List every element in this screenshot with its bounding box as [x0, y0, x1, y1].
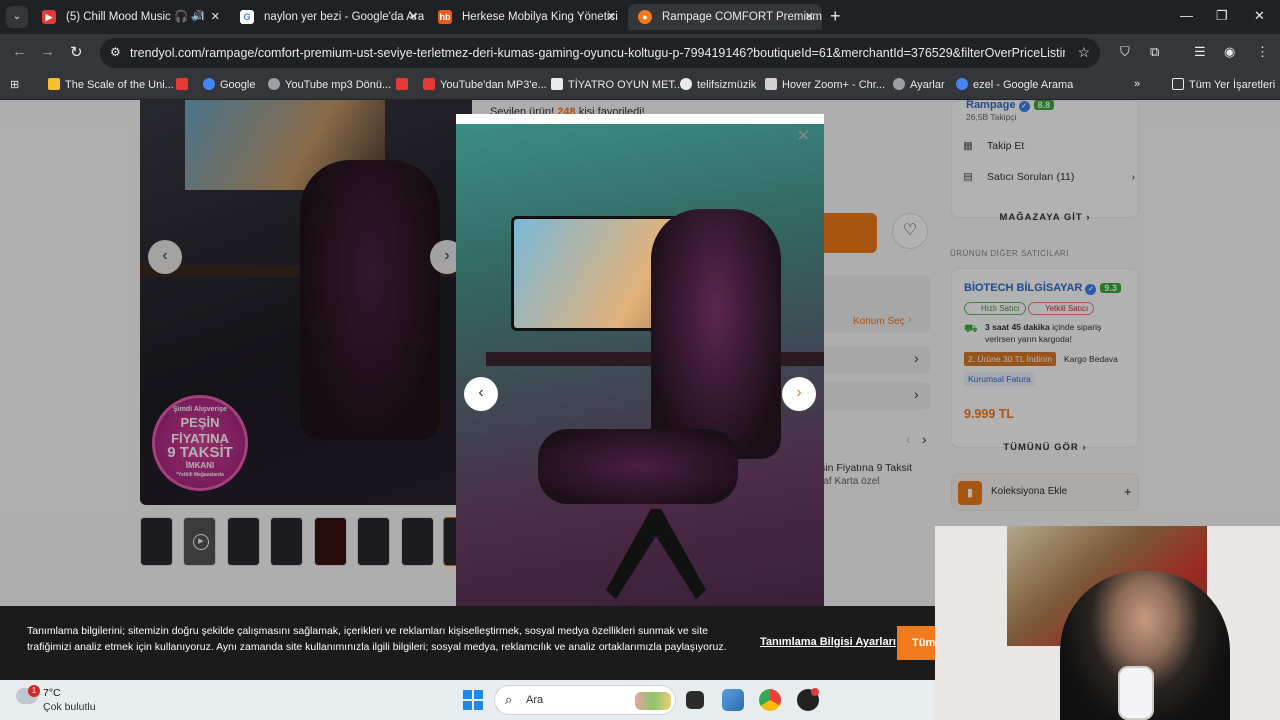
youtube-icon [176, 78, 188, 90]
restore-icon[interactable]: ❐ [1216, 8, 1228, 24]
close-lightbox-icon[interactable]: ✕ [797, 126, 810, 146]
lightbox-image [456, 124, 824, 607]
back-icon[interactable]: ← [12, 43, 27, 60]
tab-rampage[interactable]: ● Rampage COMFORT Premium ✕ [628, 4, 822, 30]
chair-seat-illustration [538, 429, 738, 504]
all-bookmarks[interactable]: Tüm Yer İşaretleri [1172, 78, 1275, 91]
bookmark-icon [48, 78, 60, 90]
lightbox-prev-button[interactable]: ‹ [464, 377, 498, 411]
google-icon [203, 78, 215, 90]
lightbox-next-button[interactable]: › [782, 377, 816, 411]
windows-taskbar: 1 7°C Çok bulutlu ⌕ Ara [0, 680, 935, 720]
bookmark-item[interactable]: Ayarlar [893, 78, 945, 91]
close-tab-icon[interactable]: ✕ [409, 4, 418, 30]
tab-google-search[interactable]: G naylon yer bezi - Google'da Ara ✕ [230, 4, 426, 30]
youtube-icon [396, 78, 408, 90]
reload-icon[interactable]: ↻ [70, 43, 83, 61]
weather-condition[interactable]: Çok bulutlu [43, 701, 96, 713]
image-icon [765, 78, 777, 90]
tab-hepsiburada[interactable]: hb Herkese Mobilya King Yönetici ✕ [428, 4, 624, 30]
shield-extension-icon[interactable]: ⛉ [1120, 44, 1130, 60]
trendyol-icon: ● [638, 10, 652, 24]
address-bar[interactable]: ⚙ trendyol.com/rampage/comfort-premium-u… [100, 38, 1100, 68]
minimize-icon[interactable]: — [1180, 8, 1193, 23]
download-icon [423, 78, 435, 90]
speaker-icon[interactable]: 🔊 [192, 4, 204, 30]
chair-illustration [651, 209, 781, 459]
close-window-icon[interactable]: ✕ [1254, 8, 1265, 24]
chair-base-illustration [606, 509, 706, 599]
bookmark-item[interactable]: YouTube mp3 Dönü... [268, 78, 391, 91]
chrome-icon[interactable] [759, 689, 781, 711]
site-info-icon[interactable]: ⚙ [110, 45, 121, 59]
tab-title: (5) Chill Mood Music 🎧 – I [66, 11, 205, 23]
bookmark-item[interactable]: Google [203, 78, 255, 91]
more-bookmarks-icon[interactable]: » [1134, 78, 1140, 90]
windows-start-icon[interactable] [463, 690, 483, 710]
taskbar-search[interactable]: ⌕ Ara [494, 685, 676, 715]
music-icon [680, 78, 692, 90]
search-placeholder: Ara [526, 694, 544, 706]
bookmarks-bar: ⊞ The Scale of the Uni... Google YouTube… [0, 72, 1280, 100]
bookmark-item[interactable]: TİYATRO OYUN MET... [551, 78, 683, 91]
bookmark-item[interactable]: ezel - Google Arama [956, 78, 1073, 91]
youtube-icon: ▶ [42, 10, 56, 24]
cookie-banner: Tanımlama bilgilerini; sitemizin doğru ş… [0, 606, 935, 680]
search-highlight-image [635, 692, 671, 710]
google-icon: G [240, 10, 254, 24]
tab-title: Rampage COMFORT Premium [662, 11, 822, 23]
close-tab-icon[interactable]: ✕ [607, 4, 616, 30]
hepsiburada-icon: hb [438, 10, 452, 24]
bookmark-item-youtube[interactable] [176, 78, 193, 91]
profile-avatar[interactable]: ◉ [1224, 44, 1235, 60]
accept-all-button[interactable]: Tümü [897, 626, 935, 660]
theatre-icon [551, 78, 563, 90]
webcam-overlay [935, 526, 1280, 720]
forward-icon[interactable]: → [40, 43, 55, 60]
globe-icon [268, 78, 280, 90]
menu-icon[interactable]: ⋮ [1256, 44, 1269, 60]
browser-toolbar: ← → ↻ ⚙ trendyol.com/rampage/comfort-pre… [0, 34, 1280, 72]
microphone [1118, 666, 1154, 720]
apps-grid-icon[interactable]: ⊞ [10, 78, 19, 91]
weather-temp[interactable]: 7°C [43, 687, 61, 699]
tab-search-button[interactable]: ⌄ [6, 6, 28, 28]
media-control-icon[interactable]: ☰ [1194, 44, 1206, 60]
bookmark-item[interactable]: The Scale of the Uni... [48, 78, 174, 91]
new-tab-button[interactable]: + [830, 6, 841, 27]
control-panel-icon[interactable] [722, 689, 744, 711]
close-tab-icon[interactable]: ✕ [211, 4, 220, 30]
close-tab-icon[interactable]: ✕ [805, 4, 814, 30]
bookmark-item[interactable]: telifsizmüzik [680, 78, 756, 91]
folder-icon [1172, 78, 1184, 90]
notification-badge: 1 [28, 685, 40, 697]
google-icon [956, 78, 968, 90]
bookmark-item-youtube[interactable] [396, 78, 413, 91]
gear-icon [893, 78, 905, 90]
bookmark-item[interactable]: Hover Zoom+ - Chr... [765, 78, 885, 91]
cookie-settings-link[interactable]: Tanımlama Bilgisi Ayarları [760, 636, 896, 648]
extensions-icon[interactable]: ⧉ [1150, 44, 1159, 60]
search-icon: ⌕ [505, 692, 513, 707]
tab-youtube[interactable]: ▶ (5) Chill Mood Music 🎧 – I 🔊 ✕ [32, 4, 228, 30]
tab-title: naylon yer bezi - Google'da Ara [264, 11, 425, 23]
task-view-icon[interactable] [686, 691, 704, 709]
cookie-text: Tanımlama bilgilerini; sitemizin doğru ş… [27, 625, 727, 653]
url-text[interactable]: trendyol.com/rampage/comfort-premium-ust… [130, 46, 1065, 60]
bookmark-star-icon[interactable]: ☆ [1077, 44, 1090, 61]
tab-title: Herkese Mobilya King Yönetici [462, 11, 618, 23]
bookmark-item[interactable]: YouTube'dan MP3'e... [423, 78, 547, 91]
recording-dot [811, 688, 819, 696]
image-lightbox: ✕ ‹ › [456, 114, 824, 607]
tab-bar: ⌄ ▶ (5) Chill Mood Music 🎧 – I 🔊 ✕ G nay… [0, 0, 1280, 34]
